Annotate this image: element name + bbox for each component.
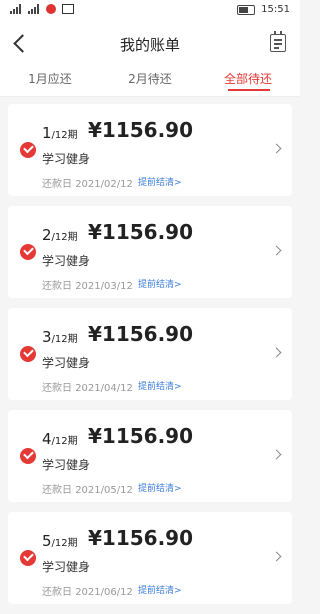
- active-tab-indicator: [228, 89, 270, 91]
- check-icon[interactable]: [20, 550, 36, 566]
- chevron-right-icon: [271, 245, 282, 256]
- chevron-right-icon: [271, 347, 282, 358]
- tab-all-pending[interactable]: 全部待还: [208, 70, 288, 87]
- bill-card[interactable]: 3/12期 ¥1156.90 学习健身 还款日 2021/04/12 提前结清>: [8, 308, 292, 400]
- item-name: 学习健身: [42, 254, 91, 268]
- battery-icon: [237, 4, 256, 15]
- early-payoff-link[interactable]: 提前结清>: [138, 481, 182, 494]
- notification-icon: [46, 4, 56, 14]
- chevron-right-icon: [271, 449, 282, 460]
- due-date: 还款日 2021/02/12: [42, 179, 133, 190]
- installment-period: 2/12期: [42, 226, 78, 244]
- installment-amount: ¥1156.90: [88, 322, 194, 346]
- item-name: 学习健身: [42, 152, 91, 166]
- chevron-right-icon: [271, 143, 282, 154]
- item-name: 学习健身: [42, 356, 91, 370]
- installment-amount: ¥1156.90: [88, 526, 194, 550]
- installment-amount: ¥1156.90: [88, 220, 194, 244]
- bill-card[interactable]: 4/12期 ¥1156.90 学习健身 还款日 2021/05/12 提前结清>: [8, 410, 292, 502]
- status-time: 15:51: [261, 4, 290, 15]
- check-icon[interactable]: [20, 346, 36, 362]
- early-payoff-link[interactable]: 提前结清>: [138, 379, 182, 392]
- installment-amount: ¥1156.90: [88, 424, 194, 448]
- tab-bar: 1月应还 2月待还 全部待还: [0, 64, 300, 97]
- item-name: 学习健身: [42, 560, 91, 574]
- item-name: 学习健身: [42, 458, 91, 472]
- chevron-right-icon: [271, 551, 282, 562]
- early-payoff-link[interactable]: 提前结清>: [138, 175, 182, 188]
- bill-card[interactable]: 1/12期 ¥1156.90 学习健身 还款日 2021/02/12 提前结清>: [8, 104, 292, 196]
- bill-card[interactable]: 5/12期 ¥1156.90 学习健身 还款日 2021/06/12 提前结清>: [8, 512, 292, 604]
- tab-january-due[interactable]: 1月应还: [10, 70, 90, 87]
- tab-february-pending[interactable]: 2月待还: [110, 70, 190, 87]
- signal-icon: [10, 4, 22, 14]
- due-date: 还款日 2021/05/12: [42, 485, 133, 496]
- bill-card[interactable]: 2/12期 ¥1156.90 学习健身 还款日 2021/03/12 提前结清>: [8, 206, 292, 298]
- installment-period: 3/12期: [42, 328, 78, 346]
- installment-period: 5/12期: [42, 532, 78, 550]
- installment-period: 1/12期: [42, 124, 78, 142]
- bill-list: 1/12期 ¥1156.90 学习健身 还款日 2021/02/12 提前结清>…: [8, 104, 292, 614]
- early-payoff-link[interactable]: 提前结清>: [138, 277, 182, 290]
- status-left: [10, 4, 74, 14]
- status-bar: 15:51: [0, 0, 300, 24]
- installment-amount: ¥1156.90: [88, 118, 194, 142]
- nav-bar: 我的账单: [0, 24, 300, 64]
- early-payoff-link[interactable]: 提前结清>: [138, 583, 182, 596]
- due-date: 还款日 2021/06/12: [42, 587, 133, 598]
- due-date: 还款日 2021/04/12: [42, 383, 133, 394]
- status-right: 15:51: [237, 4, 290, 15]
- calendar-bill-icon[interactable]: [270, 31, 286, 52]
- due-date: 还款日 2021/03/12: [42, 281, 133, 292]
- check-icon[interactable]: [20, 448, 36, 464]
- check-icon[interactable]: [20, 244, 36, 260]
- check-icon[interactable]: [20, 142, 36, 158]
- app-icon: [62, 4, 74, 14]
- signal-icon: [28, 4, 40, 14]
- installment-period: 4/12期: [42, 430, 78, 448]
- page-title: 我的账单: [119, 36, 180, 54]
